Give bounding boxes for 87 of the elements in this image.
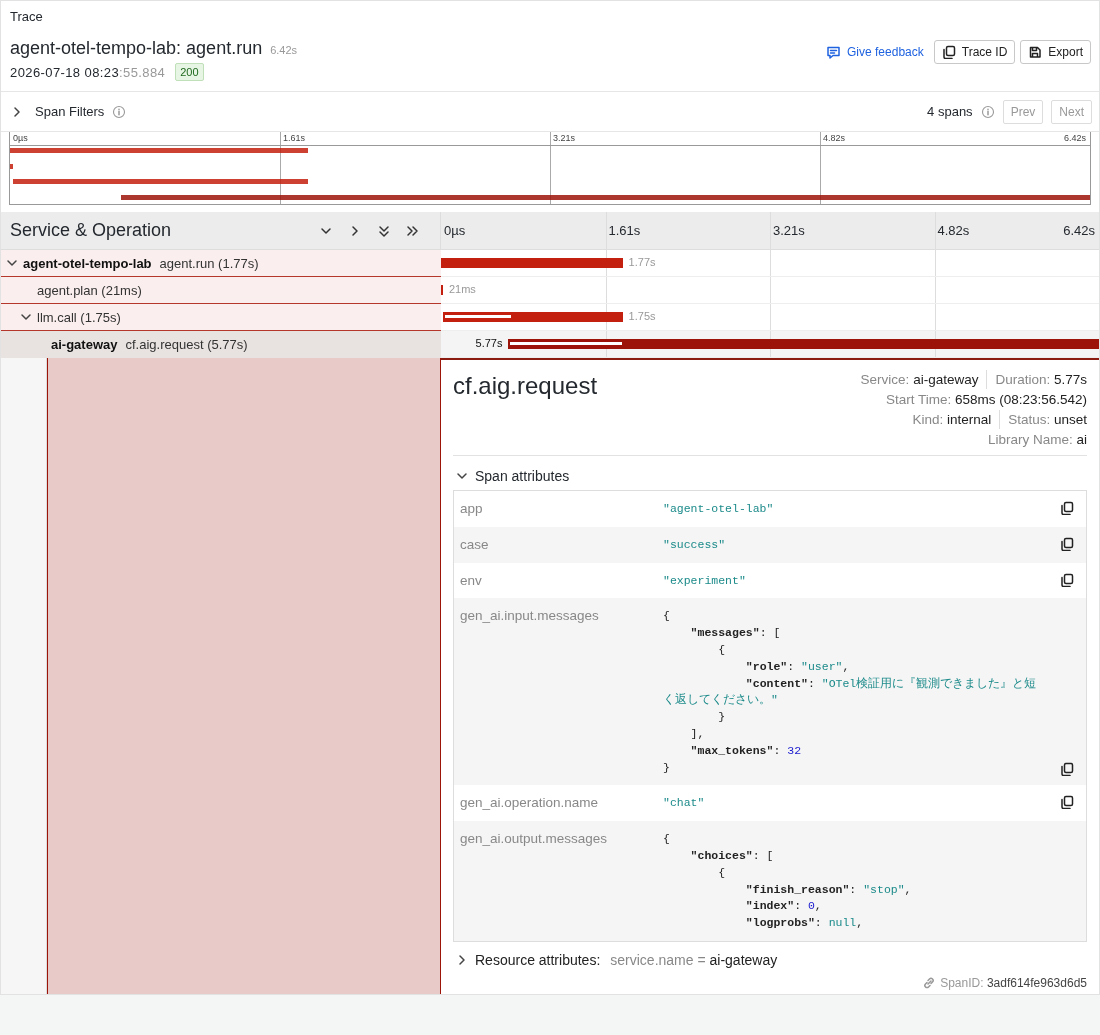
double-chevron-right-icon[interactable] bbox=[406, 223, 420, 238]
service-name: ai-gateway bbox=[51, 337, 118, 352]
code-line: "role": "user", bbox=[744, 658, 851, 675]
tick-label: 1.61s bbox=[608, 223, 641, 238]
tick-label: 6.42s bbox=[1063, 223, 1095, 238]
copy-icon[interactable] bbox=[1060, 795, 1074, 810]
span-filters-toggle[interactable]: Span Filters bbox=[35, 104, 105, 119]
meta-field: Kind: internal bbox=[912, 412, 992, 427]
meta-field: Library Name: ai bbox=[987, 432, 1087, 447]
double-chevron-down-icon[interactable] bbox=[377, 223, 391, 238]
code-line: "experiment" bbox=[663, 572, 747, 589]
info-icon bbox=[980, 104, 995, 119]
code-line: { bbox=[663, 831, 671, 848]
attribute-key: case bbox=[460, 536, 663, 554]
copy-icon[interactable] bbox=[1060, 572, 1074, 587]
minimap-span-bar bbox=[10, 163, 14, 169]
code-line: { bbox=[717, 642, 727, 658]
trace-duration: 6.42s bbox=[270, 44, 298, 56]
trace-id-button[interactable]: Trace ID bbox=[933, 40, 1016, 64]
span-attributes-toggle[interactable]: Span attributes bbox=[475, 468, 570, 484]
span-row[interactable]: llm.call (1.75s) bbox=[1, 304, 441, 331]
operation-name: agent.run (1.77s) bbox=[159, 255, 259, 271]
code-line: "index": 0, bbox=[744, 898, 823, 915]
save-icon bbox=[1028, 45, 1043, 59]
tick-label: 3.21s bbox=[773, 223, 805, 238]
tick-label: 4.82s bbox=[937, 223, 970, 238]
code-line: "max_tokens": 32 bbox=[689, 742, 803, 759]
attribute-key: gen_ai.output.messages bbox=[460, 831, 663, 932]
operation-name: cf.aig.request (5.77s) bbox=[125, 337, 248, 352]
meta-field: Duration: 5.77s bbox=[995, 372, 1087, 387]
code-line: "chat" bbox=[663, 795, 706, 812]
feedback-icon bbox=[826, 44, 842, 60]
duration-label: 21ms bbox=[448, 283, 476, 295]
tick-label: 0µs bbox=[444, 223, 466, 238]
code-line: "messages": [ bbox=[689, 625, 782, 642]
attribute-key: gen_ai.operation.name bbox=[460, 795, 663, 813]
column-title: Service & Operation bbox=[10, 220, 172, 241]
duration-label: 1.77s bbox=[628, 256, 656, 268]
tick-label: 4.82s bbox=[823, 133, 846, 143]
give-feedback-link[interactable]: Give feedback bbox=[826, 44, 924, 60]
code-line: } bbox=[717, 709, 727, 726]
tick-label: 6.42s bbox=[1063, 133, 1086, 143]
code-line: "content": "OTel検証用に『観測できました』と短く返してください。" bbox=[663, 675, 1038, 709]
duration-label: 1.75s bbox=[628, 310, 656, 322]
operation-name: llm.call (1.75s) bbox=[37, 309, 121, 325]
operation-name: agent.plan (21ms) bbox=[37, 282, 142, 298]
duration-label: 5.77s bbox=[475, 337, 503, 349]
code-line: "logprobs": null, bbox=[744, 915, 865, 932]
attribute-key: app bbox=[460, 501, 663, 518]
meta-field: Service: ai-gateway bbox=[860, 372, 979, 387]
attribute-key: gen_ai.input.messages bbox=[460, 608, 663, 777]
code-line: "agent-otel-lab" bbox=[663, 501, 775, 517]
resource-attribute: service.name = ai-gateway bbox=[610, 951, 778, 968]
code-line: ], bbox=[689, 725, 706, 742]
span-row[interactable]: ai-gateway cf.aig.request (5.77s) bbox=[1, 331, 441, 358]
span-row[interactable]: agent.plan (21ms) bbox=[1, 277, 441, 304]
code-line: "success" bbox=[663, 536, 727, 553]
code-line: { bbox=[663, 608, 671, 625]
copy-icon[interactable] bbox=[1060, 762, 1074, 777]
meta-field: Status: unset bbox=[1008, 412, 1087, 427]
minimap-panel[interactable]: 0µs 1.61s 3.21s 4.82s 6.42s bbox=[9, 132, 1091, 205]
service-name: agent-otel-tempo-lab bbox=[23, 255, 152, 271]
trace-name: agent-otel-tempo-lab: agent.run bbox=[10, 38, 263, 59]
span-count: 4 spans bbox=[927, 104, 973, 119]
trace-start-time: 2026-07-18 08:23:55.884 bbox=[10, 64, 166, 80]
link-icon[interactable] bbox=[922, 975, 937, 990]
copy-icon bbox=[941, 45, 956, 59]
code-line: } bbox=[663, 759, 671, 776]
status-code-badge: 200 bbox=[175, 63, 204, 81]
export-button[interactable]: Export bbox=[1020, 40, 1091, 64]
span-title: cf.aig.request bbox=[453, 372, 598, 401]
info-icon bbox=[112, 104, 127, 119]
code-line: "choices": [ bbox=[689, 847, 775, 864]
tick-label: 0µs bbox=[13, 133, 28, 143]
code-line: "finish_reason": "stop", bbox=[744, 881, 913, 898]
code-line: { bbox=[717, 864, 727, 881]
section-title: Trace bbox=[10, 9, 44, 24]
attribute-key: env bbox=[460, 572, 663, 590]
tick-label: 1.61s bbox=[283, 133, 306, 143]
copy-icon[interactable] bbox=[1060, 536, 1074, 551]
span-bar[interactable] bbox=[508, 339, 1099, 349]
copy-icon[interactable] bbox=[1060, 501, 1074, 515]
span-id: SpanID: 3adf614fe963d6d5 bbox=[940, 975, 1087, 990]
resource-attributes-toggle[interactable]: Resource attributes: bbox=[475, 951, 601, 968]
span-row[interactable]: agent-otel-tempo-lab agent.run (1.77s) bbox=[1, 250, 441, 277]
tick-label: 3.21s bbox=[553, 133, 576, 143]
meta-field: Start Time: 658ms (08:23:56.542) bbox=[885, 392, 1087, 407]
